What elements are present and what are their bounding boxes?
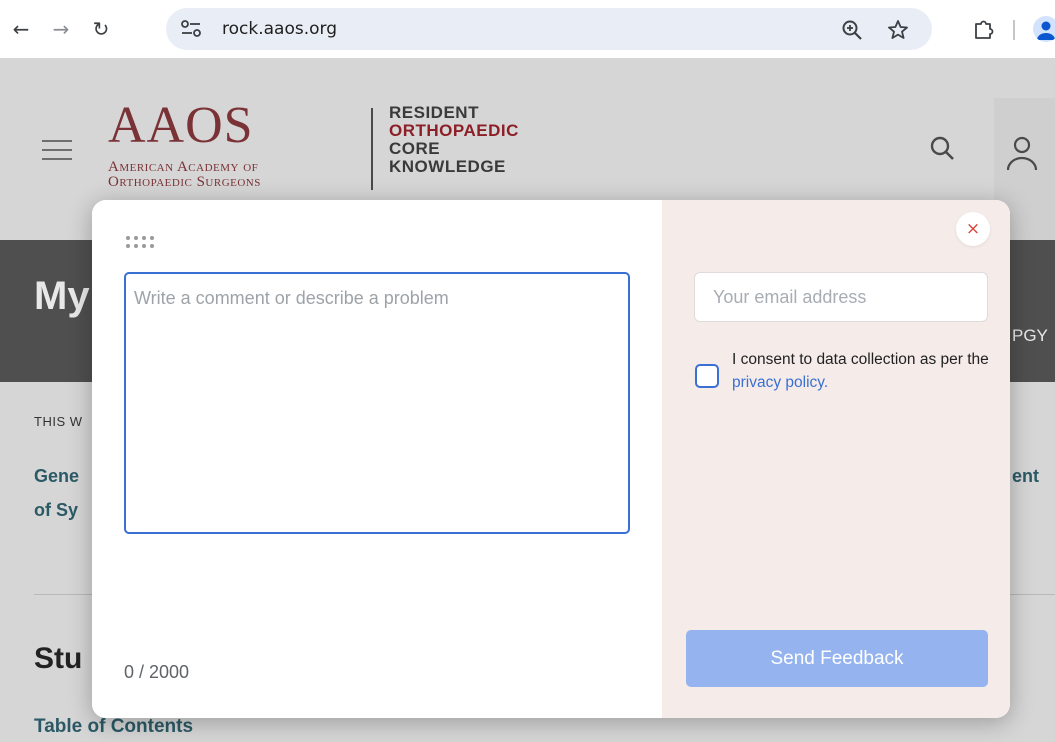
rock-logo-line1: RESIDENT — [389, 103, 479, 122]
toolbar-divider — [1013, 20, 1015, 40]
this-week-label: THIS W — [34, 414, 83, 429]
rock-logo-line4: KNOWLEDGE — [389, 157, 506, 176]
zoom-icon[interactable] — [840, 18, 864, 42]
site-search-icon[interactable] — [928, 134, 956, 162]
rock-logo-line2: ORTHOPAEDIC — [389, 121, 519, 140]
aaos-logo-line1: American Academy of — [108, 159, 259, 175]
rock-logo-line3: CORE — [389, 139, 441, 158]
topic-link-right[interactable]: ent — [1012, 466, 1039, 487]
aaos-logo[interactable]: AAOS American Academy of Orthopaedic Sur… — [108, 100, 261, 190]
pgy-label: PGY — [1012, 326, 1048, 345]
topic-link-line2[interactable]: of Sy — [34, 500, 78, 521]
aaos-logo-line2: Orthopaedic Surgeons — [108, 174, 261, 190]
section-title: Stu — [34, 642, 83, 675]
hamburger-menu-icon[interactable] — [42, 140, 72, 162]
feedback-modal: 0 / 2000 I consent to data collection as… — [92, 200, 1010, 718]
character-counter: 0 / 2000 — [124, 662, 190, 682]
aaos-logo-letters: AAOS — [108, 97, 254, 154]
page-title: My — [34, 274, 90, 318]
bookmark-star-icon[interactable] — [886, 18, 910, 42]
site-info-icon[interactable] — [180, 19, 202, 39]
email-field[interactable] — [694, 272, 988, 322]
send-feedback-button[interactable]: Send Feedback — [686, 630, 988, 687]
consent-text: I consent to data collection as per the — [732, 351, 989, 368]
consent-label: I consent to data collection as per the … — [732, 348, 990, 394]
reload-icon[interactable]: ↻ — [86, 14, 116, 44]
rock-logo[interactable]: RESIDENT ORTHOPAEDIC CORE KNOWLEDGE — [389, 104, 519, 176]
comment-textarea[interactable] — [124, 272, 630, 534]
profile-avatar[interactable] — [1033, 16, 1055, 42]
user-icon — [1006, 136, 1038, 171]
url-text: rock.aaos.org — [222, 19, 337, 39]
profile-icon — [1037, 21, 1055, 40]
table-of-contents-link[interactable]: Table of Contents — [34, 716, 193, 738]
feedback-contact-panel: I consent to data collection as per the … — [662, 200, 1010, 718]
drag-handle-icon[interactable] — [126, 236, 166, 250]
consent-checkbox[interactable] — [695, 364, 719, 388]
topic-link-line1[interactable]: Gene — [34, 466, 79, 487]
close-icon[interactable]: × — [956, 212, 990, 246]
back-icon[interactable]: ← — [6, 14, 36, 44]
extensions-icon[interactable] — [968, 14, 998, 44]
logo-divider — [371, 108, 373, 190]
feedback-comment-panel: 0 / 2000 — [92, 200, 662, 718]
browser-toolbar: ← → ↻ rock.aaos.org — [0, 0, 1055, 58]
address-bar[interactable]: rock.aaos.org — [166, 8, 932, 50]
privacy-policy-link[interactable]: privacy policy. — [732, 374, 828, 391]
forward-icon[interactable]: → — [46, 14, 76, 44]
